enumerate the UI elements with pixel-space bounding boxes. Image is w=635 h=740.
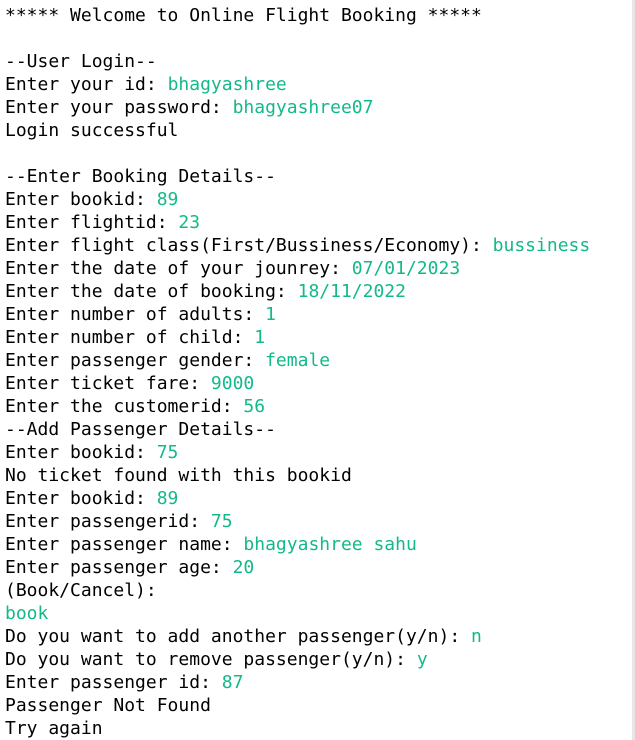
console-prompt-text: --Enter Booking Details-- bbox=[5, 166, 276, 187]
console-user-input: 9000 bbox=[210, 373, 255, 394]
console-prompt-text: Enter the customerid: bbox=[5, 396, 244, 417]
console-prompt-text: Do you want to add another passenger(y/n… bbox=[5, 626, 471, 647]
console-prompt-text: Enter number of child: bbox=[5, 327, 255, 348]
console-prompt-text: Try again bbox=[5, 718, 103, 739]
console-prompt-text: Enter passenger name: bbox=[5, 534, 244, 555]
console-prompt-text: Enter ticket fare: bbox=[5, 373, 211, 394]
console-prompt-text: (Book/Cancel): bbox=[5, 580, 157, 601]
console-prompt-text: Passenger Not Found bbox=[5, 695, 211, 716]
console-prompt-text: Enter the date of your jounrey: bbox=[5, 258, 352, 279]
console-prompt-text: Enter passenger age: bbox=[5, 557, 233, 578]
console-line: Do you want to add another passenger(y/n… bbox=[5, 625, 635, 648]
console-user-input: n bbox=[471, 626, 482, 647]
console-user-input: book bbox=[5, 603, 49, 624]
console-user-input: 87 bbox=[221, 672, 244, 693]
console-line: (Book/Cancel): bbox=[5, 579, 635, 602]
console-user-input: bussiness bbox=[492, 235, 591, 256]
console-user-input: bhagyashree sahu bbox=[243, 534, 417, 555]
console-line: Do you want to remove passenger(y/n): y bbox=[5, 648, 635, 671]
console-user-input: 1 bbox=[254, 327, 266, 348]
console-prompt-text: Enter passenger id: bbox=[5, 672, 222, 693]
console-prompt-text: Enter your id: bbox=[5, 74, 168, 95]
console-prompt-text: ***** Welcome to Online Flight Booking *… bbox=[5, 5, 482, 26]
console-line: Enter number of adults: 1 bbox=[5, 303, 635, 326]
console-prompt-text: Enter passengerid: bbox=[5, 511, 211, 532]
console-line: book bbox=[5, 602, 635, 625]
console-prompt-text: Enter the date of booking: bbox=[5, 281, 298, 302]
console-user-input: bhagyashree07 bbox=[232, 97, 374, 118]
console-user-input: 89 bbox=[156, 488, 179, 509]
console-line: Enter bookid: 89 bbox=[5, 188, 635, 211]
console-user-input: y bbox=[416, 649, 428, 670]
console-prompt-text: Enter your password: bbox=[5, 97, 233, 118]
console-line: --User Login-- bbox=[5, 50, 635, 73]
console-line: Try again bbox=[5, 717, 635, 740]
console-line: --Add Passenger Details-- bbox=[5, 418, 635, 441]
console-user-input: 23 bbox=[178, 212, 201, 233]
console-line: Enter flight class(First/Bussiness/Econo… bbox=[5, 234, 635, 257]
console-prompt-text: Enter bookid: bbox=[5, 488, 157, 509]
console-prompt-text: Do you want to remove passenger(y/n): bbox=[5, 649, 417, 670]
console-line: Enter the customerid: 56 bbox=[5, 395, 635, 418]
console-line: --Enter Booking Details-- bbox=[5, 165, 635, 188]
console-user-input: 56 bbox=[243, 396, 266, 417]
console-prompt-text: No ticket found with this bookid bbox=[5, 465, 352, 486]
console-line: Enter flightid: 23 bbox=[5, 211, 635, 234]
console-line: ***** Welcome to Online Flight Booking *… bbox=[5, 4, 635, 27]
console-prompt-text: Enter bookid: bbox=[5, 442, 157, 463]
console-line: Passenger Not Found bbox=[5, 694, 635, 717]
console-prompt-text: --User Login-- bbox=[5, 51, 157, 72]
console-line: Enter passenger id: 87 bbox=[5, 671, 635, 694]
console-line: Enter passenger name: bhagyashree sahu bbox=[5, 533, 635, 556]
console-prompt-text: Enter flight class(First/Bussiness/Econo… bbox=[5, 235, 493, 256]
console-line: Enter bookid: 89 bbox=[5, 487, 635, 510]
console-line: Login successful bbox=[5, 119, 635, 142]
console-line: Enter your id: bhagyashree bbox=[5, 73, 635, 96]
console-line: Enter passengerid: 75 bbox=[5, 510, 635, 533]
console-user-input: 18/11/2022 bbox=[297, 281, 406, 302]
console-prompt-text: --Add Passenger Details-- bbox=[5, 419, 276, 440]
console-user-input: 1 bbox=[265, 304, 276, 325]
console-user-input: female bbox=[265, 350, 331, 371]
console-prompt-text: Login successful bbox=[5, 120, 179, 141]
console-line: No ticket found with this bookid bbox=[5, 464, 635, 487]
console-user-input: 75 bbox=[156, 442, 179, 463]
console-prompt-text: Enter bookid: bbox=[5, 189, 157, 210]
console-user-input: 89 bbox=[156, 189, 179, 210]
console-user-input: 75 bbox=[210, 511, 233, 532]
console-line: Enter the date of booking: 18/11/2022 bbox=[5, 280, 635, 303]
console-line: Enter bookid: 75 bbox=[5, 441, 635, 464]
console-output: ***** Welcome to Online Flight Booking *… bbox=[0, 0, 635, 740]
console-line: Enter number of child: 1 bbox=[5, 326, 635, 349]
console-line: Enter passenger gender: female bbox=[5, 349, 635, 372]
console-user-input: bhagyashree bbox=[167, 74, 287, 95]
console-line: Enter passenger age: 20 bbox=[5, 556, 635, 579]
console-prompt-text: Enter flightid: bbox=[5, 212, 179, 233]
console-prompt-text: Enter passenger gender: bbox=[5, 350, 266, 371]
console-line: Enter the date of your jounrey: 07/01/20… bbox=[5, 257, 635, 280]
console-line: Enter your password: bhagyashree07 bbox=[5, 96, 635, 119]
console-user-input: 20 bbox=[232, 557, 255, 578]
console-user-input: 07/01/2023 bbox=[351, 258, 461, 279]
console-prompt-text: Enter number of adults: bbox=[5, 304, 266, 325]
console-line: Enter ticket fare: 9000 bbox=[5, 372, 635, 395]
